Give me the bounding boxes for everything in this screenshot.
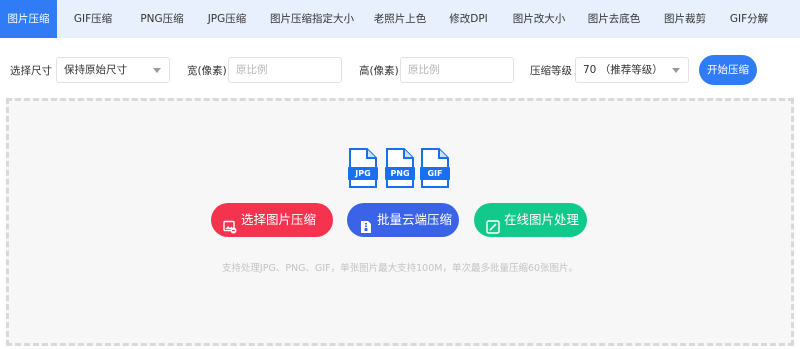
file-type-icons: JPG PNG GIF [340,148,460,190]
tab-compress-to-size[interactable]: 图片压缩指定大小 [259,0,365,38]
tab-modify-dpi[interactable]: 修改DPI [435,0,502,38]
tool-tab-bar: 图片压缩 GIF压缩 PNG压缩 JPG压缩 图片压缩指定大小 老照片上色 修改… [0,0,800,38]
width-label: 宽(像素) [187,65,227,77]
tab-remove-background[interactable]: 图片去底色 [576,0,652,38]
start-compress-button[interactable]: 开始压缩 [699,55,757,85]
chevron-down-icon [153,68,161,73]
level-select-value: 70 （推荐等级） [583,64,663,76]
size-select-value: 保持原始尺寸 [64,64,127,76]
upload-hint-text: 支持处理JPG、PNG、GIF，单张图片最大支持100M，单次最多批量压缩60张… [221,263,579,274]
tab-gif-compress[interactable]: GIF压缩 [57,0,129,38]
level-label: 压缩等级 [530,65,572,77]
size-select[interactable]: 保持原始尺寸 [56,57,170,83]
image-edit-icon [486,213,500,234]
tab-image-compress[interactable]: 图片压缩 [0,0,57,38]
height-input[interactable]: 原比例 [400,57,514,83]
png-file-label: PNG [385,167,415,180]
jpg-file-icon: JPG [348,148,378,188]
zip-file-icon [359,213,373,233]
online-image-process-label: 在线图片处理 [504,212,580,227]
height-label: 高(像素) [359,65,399,77]
tab-gif-split[interactable]: GIF分解 [718,0,780,38]
select-image-compress-button[interactable]: 选择图片压缩 [211,203,333,237]
batch-cloud-compress-label: 批量云端压缩 [377,212,453,227]
image-compress-icon [223,213,237,234]
width-input[interactable]: 原比例 [228,57,342,83]
gif-file-icon: GIF [420,148,450,188]
online-image-process-button[interactable]: 在线图片处理 [474,203,587,237]
tab-png-compress[interactable]: PNG压缩 [129,0,195,38]
jpg-file-label: JPG [348,167,378,180]
png-file-icon: PNG [385,148,415,188]
chevron-down-icon [672,68,680,73]
select-image-compress-label: 选择图片压缩 [241,212,317,227]
level-select[interactable]: 70 （推荐等级） [575,57,689,83]
tab-resize-image[interactable]: 图片改大小 [502,0,576,38]
tab-crop-image[interactable]: 图片裁剪 [652,0,718,38]
tab-colorize-old-photo[interactable]: 老照片上色 [365,0,435,38]
gif-file-label: GIF [420,167,450,180]
size-label: 选择尺寸 [10,65,52,77]
tab-jpg-compress[interactable]: JPG压缩 [195,0,259,38]
batch-cloud-compress-button[interactable]: 批量云端压缩 [347,203,459,237]
